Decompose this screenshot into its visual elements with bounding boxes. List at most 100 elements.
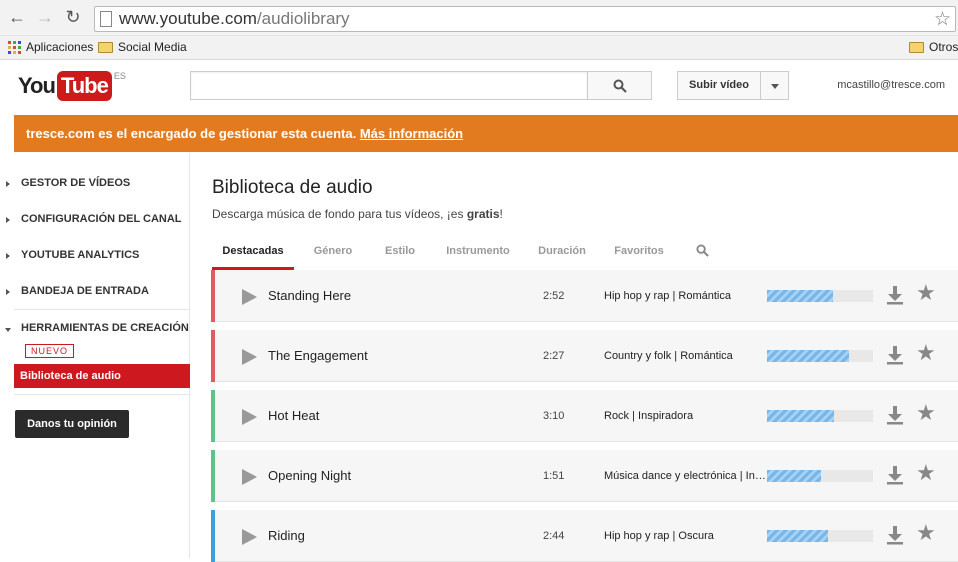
upload-menu-chevron-down-icon[interactable] — [760, 71, 789, 100]
favorite-star-icon[interactable]: ★ — [916, 340, 936, 366]
track-title: The Engagement — [268, 348, 368, 363]
track-title: Riding — [268, 528, 305, 543]
track-level-fill — [767, 410, 834, 422]
download-icon[interactable] — [886, 285, 904, 305]
play-icon[interactable] — [242, 349, 257, 365]
caret-right-icon — [6, 253, 10, 259]
sidebar-item-channel-settings[interactable]: CONFIGURACIÓN DEL CANAL — [0, 213, 190, 233]
track-level-bar — [767, 290, 873, 302]
track-genre: Música dance y electrónica | Inspiradora — [604, 470, 766, 482]
sidebar: GESTOR DE VÍDEOS CONFIGURACIÓN DEL CANAL… — [0, 153, 190, 558]
track-duration: 2:52 — [543, 290, 565, 302]
download-icon[interactable] — [886, 405, 904, 425]
track-level-bar — [767, 470, 873, 482]
caret-right-icon — [6, 181, 10, 187]
download-icon[interactable] — [886, 345, 904, 365]
new-badge: NUEVO — [25, 344, 75, 358]
more-info-link[interactable]: Más información — [360, 126, 463, 141]
favorite-star-icon[interactable]: ★ — [916, 520, 936, 546]
sidebar-item-video-manager[interactable]: GESTOR DE VÍDEOS — [0, 177, 190, 197]
favorite-star-icon[interactable]: ★ — [916, 460, 936, 486]
track-genre: Country y folk | Romántica — [604, 350, 733, 362]
folder-icon — [909, 41, 924, 53]
address-bar[interactable]: www.youtube.com/audiolibrary ☆ — [94, 6, 956, 32]
bookmark-social-media[interactable]: Social Media — [98, 40, 187, 54]
play-icon[interactable] — [242, 289, 257, 305]
track-row[interactable]: Opening Night 1:51 Música dance y electrón… — [211, 450, 958, 502]
favorite-star-icon[interactable]: ★ — [916, 400, 936, 426]
track-row[interactable]: Hot Heat 3:10 Rock | Inspiradora ★ — [211, 390, 958, 442]
track-duration: 2:27 — [543, 350, 565, 362]
download-icon[interactable] — [886, 525, 904, 545]
track-level-fill — [767, 530, 829, 542]
managed-account-banner: tresce.com es el encargado de gestionar … — [14, 115, 958, 152]
site-header: You Tube ES Subir vídeo mcastillo@tresce… — [0, 61, 958, 111]
track-row[interactable]: Standing Here 2:52 Hip hop y rap | Románti… — [211, 270, 958, 322]
page-icon — [100, 11, 112, 27]
track-duration: 1:51 — [543, 470, 565, 482]
account-email[interactable]: mcastillo@tresce.com — [837, 79, 945, 91]
track-title: Hot Heat — [268, 408, 320, 423]
tab-duration[interactable]: Duración — [534, 239, 590, 270]
bookmark-apps[interactable]: Aplicaciones — [8, 40, 93, 54]
address-url[interactable]: www.youtube.com/audiolibrary — [119, 9, 350, 29]
track-accent — [211, 390, 215, 442]
bookmark-other[interactable]: Otros — [909, 40, 958, 54]
tab-favorites[interactable]: Favoritos — [609, 239, 669, 270]
track-genre: Hip hop y rap | Romántica — [604, 290, 731, 302]
main-content: Biblioteca de audio Descarga música de f… — [191, 153, 958, 562]
track-genre: Hip hop y rap | Oscura — [604, 530, 714, 542]
favorite-star-icon[interactable]: ★ — [916, 280, 936, 306]
play-icon[interactable] — [242, 409, 257, 425]
tab-search[interactable] — [690, 239, 714, 270]
caret-right-icon — [6, 289, 10, 295]
search-button[interactable] — [587, 71, 652, 100]
track-level-bar — [767, 530, 873, 542]
track-level-bar — [767, 350, 873, 362]
page-title: Biblioteca de audio — [212, 177, 373, 198]
play-icon[interactable] — [242, 469, 257, 485]
page-subtitle: Descarga música de fondo para tus vídeos… — [212, 207, 503, 221]
forward-arrow-icon[interactable]: → — [34, 6, 56, 28]
tab-genre[interactable]: Género — [306, 239, 360, 270]
bookmarks-bar: Aplicaciones Social Media Otros — [0, 36, 958, 60]
tab-featured[interactable]: Destacadas — [212, 239, 294, 270]
track-accent — [211, 330, 215, 382]
folder-icon — [98, 41, 113, 53]
sidebar-item-creation-tools[interactable]: HERRAMIENTAS DE CREACIÓN — [0, 322, 190, 342]
search-input[interactable] — [190, 71, 587, 100]
search-icon — [613, 79, 627, 93]
tab-instrument[interactable]: Instrumento — [437, 239, 519, 270]
track-row[interactable]: Riding 2:44 Hip hop y rap | Oscura ★ — [211, 510, 958, 562]
track-duration: 3:10 — [543, 410, 565, 422]
track-accent — [211, 510, 215, 562]
caret-down-icon — [5, 328, 11, 332]
browser-toolbar: ← → ↻ www.youtube.com/audiolibrary ☆ — [0, 0, 958, 36]
sidebar-divider — [14, 309, 189, 310]
track-accent — [211, 270, 215, 322]
tab-mood[interactable]: Estilo — [376, 239, 424, 270]
youtube-logo[interactable]: You Tube ES — [18, 71, 126, 101]
upload-button[interactable]: Subir vídeo — [677, 71, 760, 100]
track-level-bar — [767, 410, 873, 422]
bookmark-star-icon[interactable]: ☆ — [934, 8, 951, 31]
sidebar-divider — [14, 394, 189, 395]
feedback-button[interactable]: Danos tu opinión — [15, 410, 129, 438]
track-genre: Rock | Inspiradora — [604, 410, 694, 422]
track-level-fill — [767, 290, 833, 302]
track-row[interactable]: The Engagement 2:27 Country y folk | Román… — [211, 330, 958, 382]
back-arrow-icon[interactable]: ← — [6, 6, 28, 28]
reload-icon[interactable]: ↻ — [62, 6, 84, 28]
download-icon[interactable] — [886, 465, 904, 485]
sidebar-item-inbox[interactable]: BANDEJA DE ENTRADA — [0, 285, 190, 305]
track-title: Opening Night — [268, 468, 352, 483]
sidebar-item-audio-library[interactable]: Biblioteca de audio — [14, 364, 190, 388]
tab-bar: Destacadas Género Estilo Instrumento Dur… — [212, 239, 952, 271]
caret-right-icon — [6, 217, 10, 223]
track-duration: 2:44 — [543, 530, 565, 542]
search-icon — [695, 244, 709, 257]
play-icon[interactable] — [242, 529, 257, 545]
track-title: Standing Here — [268, 288, 352, 303]
track-level-fill — [767, 350, 849, 362]
sidebar-item-analytics[interactable]: YOUTUBE ANALYTICS — [0, 249, 190, 269]
